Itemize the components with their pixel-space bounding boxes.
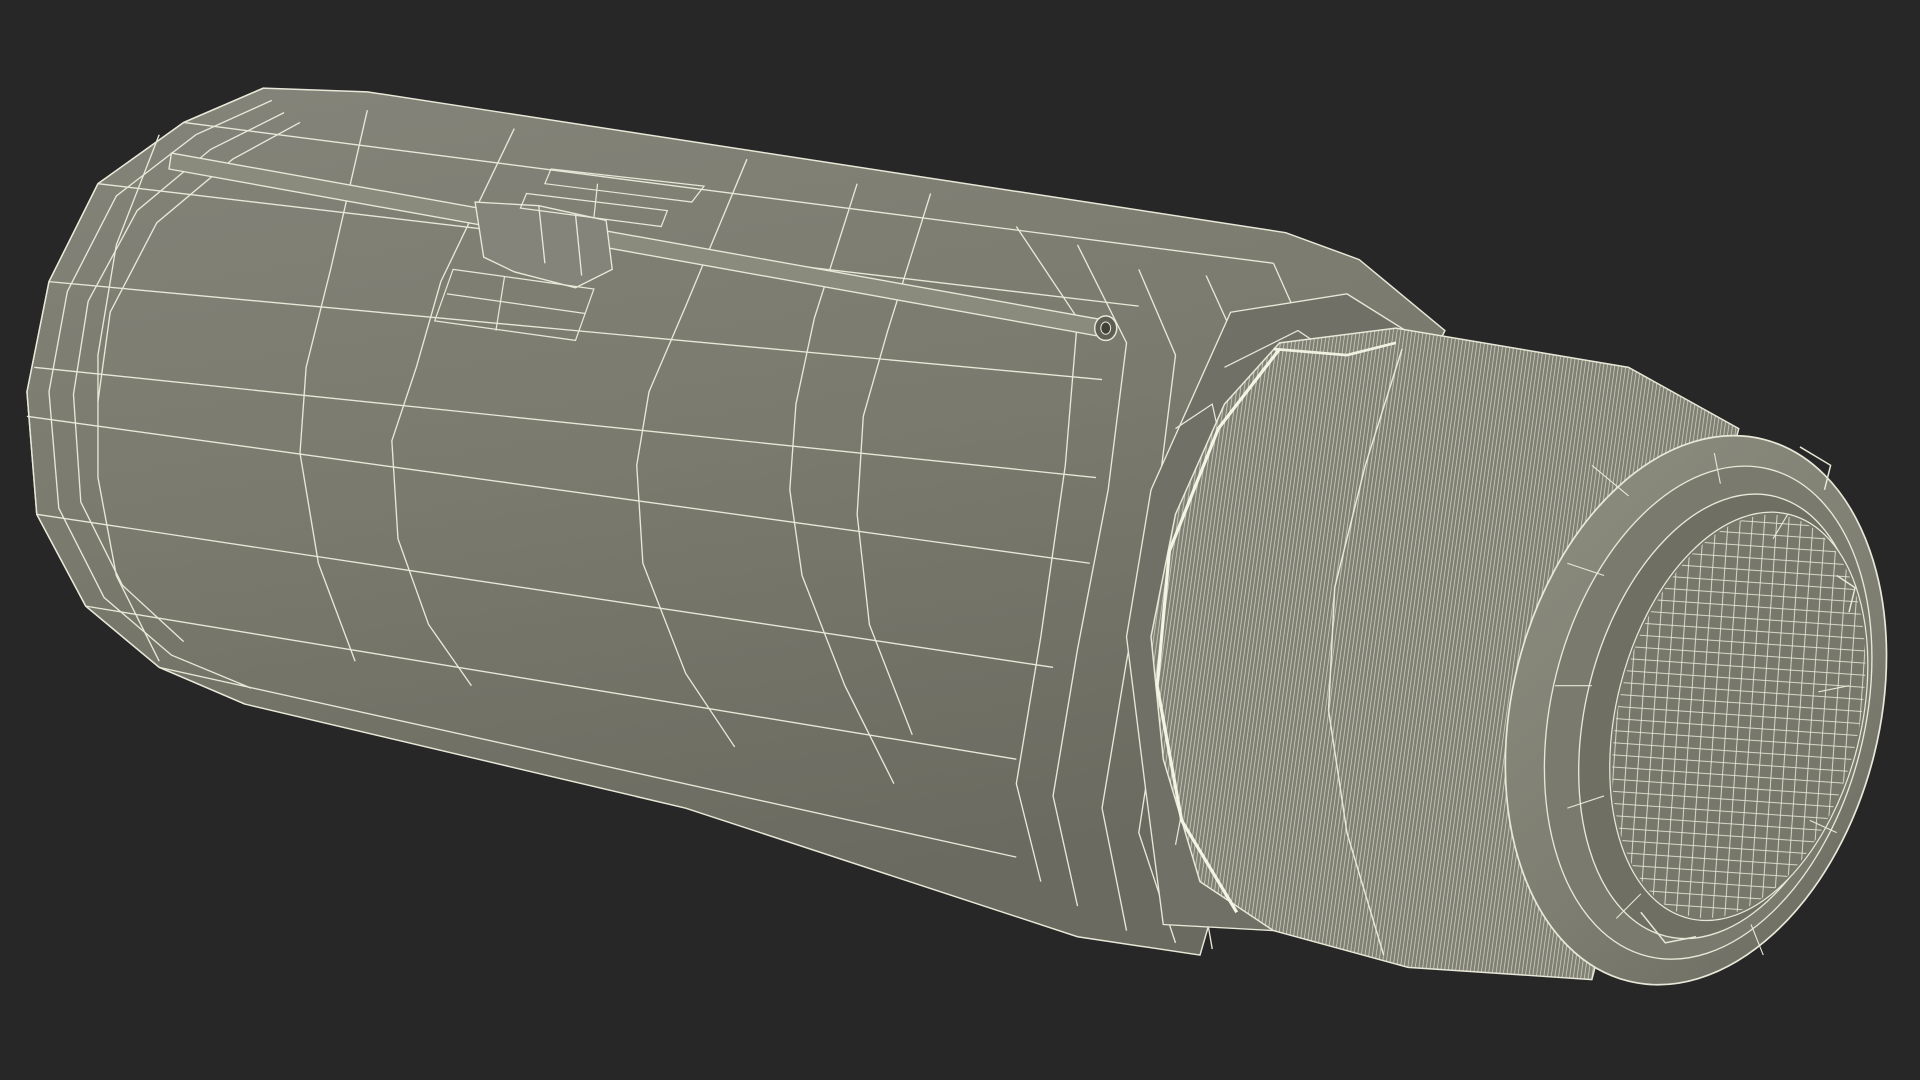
render-viewport — [0, 0, 1920, 1080]
canister-wireframe-render — [26, 87, 1888, 986]
